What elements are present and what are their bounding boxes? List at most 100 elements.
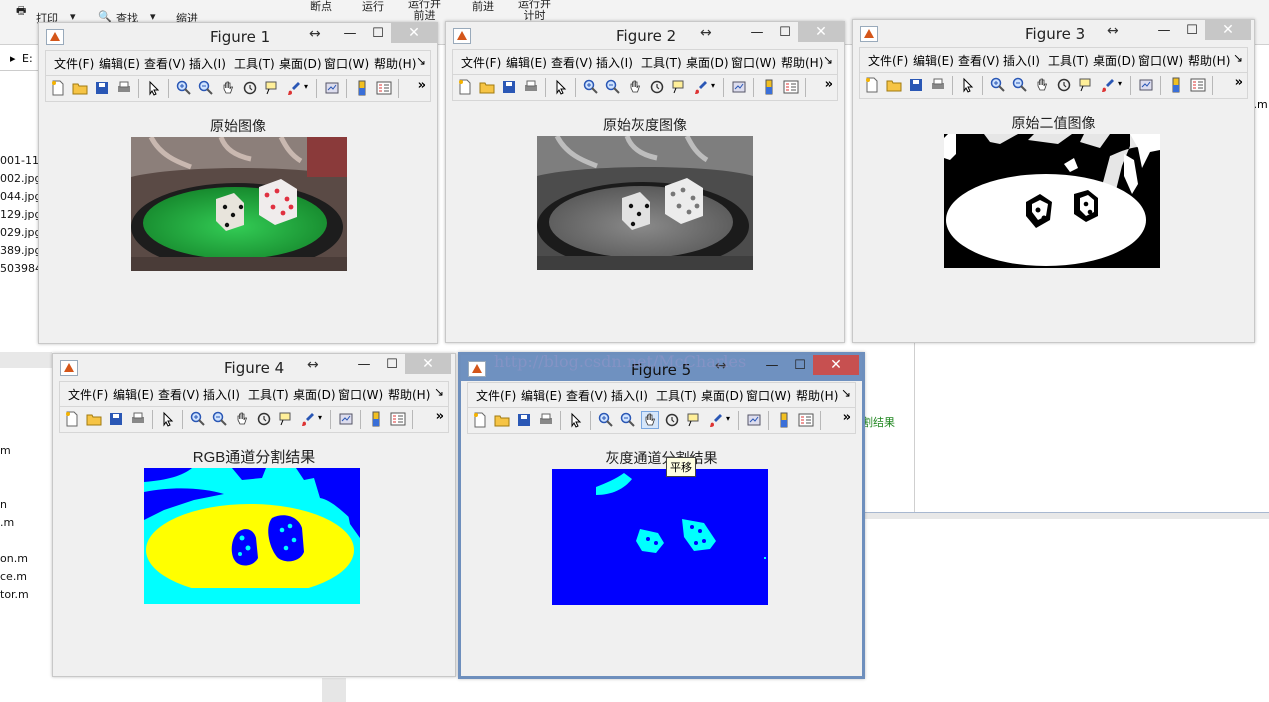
maximize-button[interactable]: ☐	[379, 356, 405, 376]
rotate-3d-icon[interactable]	[256, 411, 272, 427]
menu-insert[interactable]: 插入(I)	[203, 386, 240, 403]
toolbar-overflow-icon[interactable]: »	[418, 78, 426, 93]
pan-hand-icon[interactable]	[1034, 77, 1050, 93]
zoom-in-icon[interactable]	[598, 412, 614, 428]
print-icon[interactable]	[116, 80, 132, 96]
grayscale-image[interactable]	[537, 136, 753, 270]
title-bar[interactable]: Figure 2 ↔ — ☐ ✕	[446, 22, 844, 48]
link-plot-icon[interactable]	[746, 412, 762, 428]
list-item[interactable]: m	[0, 444, 11, 457]
pan-hand-icon[interactable]	[234, 411, 250, 427]
list-item[interactable]: tor.m	[0, 588, 29, 601]
minimize-button[interactable]: —	[337, 25, 363, 45]
figure-window-2[interactable]: Figure 2 ↔ — ☐ ✕ 文件(F) 编辑(E) 查看(V) 插入(I)…	[445, 21, 845, 343]
save-icon[interactable]	[94, 80, 110, 96]
list-item[interactable]: ce.m	[0, 570, 27, 583]
menu-view[interactable]: 查看(V)	[958, 52, 1000, 69]
zoom-out-icon[interactable]	[212, 411, 228, 427]
brush-icon[interactable]	[693, 79, 709, 95]
data-cursor-icon[interactable]	[686, 412, 702, 428]
menu-window[interactable]: 窗口(W)	[324, 55, 369, 72]
save-icon[interactable]	[908, 77, 924, 93]
data-cursor-icon[interactable]	[264, 80, 280, 96]
colorbar-icon[interactable]	[354, 80, 370, 96]
print-icon[interactable]	[130, 411, 146, 427]
menu-insert[interactable]: 插入(I)	[189, 55, 226, 72]
title-bar[interactable]: Figure 3 ↔ — ☐ ✕	[853, 20, 1254, 46]
legend-icon[interactable]	[376, 80, 392, 96]
menu-help[interactable]: 帮助(H)	[796, 387, 838, 404]
menu-insert[interactable]: 插入(I)	[611, 387, 648, 404]
menu-window[interactable]: 窗口(W)	[746, 387, 791, 404]
menu-help[interactable]: 帮助(H)	[374, 55, 416, 72]
menu-tools[interactable]: 工具(T)	[248, 386, 289, 403]
menu-edit[interactable]: 编辑(E)	[521, 387, 562, 404]
print-icon[interactable]	[930, 77, 946, 93]
figure-window-5[interactable]: Figure 5 ↔ — ☐ ✕ 文件(F) 编辑(E) 查看(V) 插入(I)…	[458, 352, 865, 679]
link-plot-icon[interactable]	[1138, 77, 1154, 93]
link-plot-icon[interactable]	[324, 80, 340, 96]
menu-overflow-icon[interactable]: ↘	[823, 53, 833, 67]
zoom-out-icon[interactable]	[620, 412, 636, 428]
resize-icon[interactable]: ↔	[307, 357, 319, 373]
menu-window[interactable]: 窗口(W)	[338, 386, 383, 403]
brush-icon[interactable]	[300, 411, 316, 427]
menu-overflow-icon[interactable]: ↘	[416, 54, 426, 68]
ribbon-advance[interactable]: 前进	[472, 0, 494, 14]
menu-insert[interactable]: 插入(I)	[1003, 52, 1040, 69]
menu-insert[interactable]: 插入(I)	[596, 54, 633, 71]
colorbar-icon[interactable]	[1168, 77, 1184, 93]
open-folder-icon[interactable]	[886, 77, 902, 93]
zoom-out-icon[interactable]	[605, 79, 621, 95]
pan-hand-icon[interactable]	[627, 79, 643, 95]
arrow-pointer-icon[interactable]	[960, 77, 976, 93]
menu-desktop[interactable]: 桌面(D)	[279, 55, 322, 72]
chevron-down-icon[interactable]: ▾	[1118, 79, 1122, 88]
menu-file[interactable]: 文件(F)	[68, 386, 108, 403]
print-icon[interactable]	[523, 79, 539, 95]
zoom-in-icon[interactable]	[990, 77, 1006, 93]
ribbon-run-advance[interactable]: 运行并 前进	[408, 0, 441, 22]
list-item[interactable]: 001-11	[0, 154, 39, 167]
close-button[interactable]: ✕	[391, 23, 437, 43]
close-button[interactable]: ✕	[813, 355, 859, 375]
new-file-icon[interactable]	[64, 411, 80, 427]
menu-overflow-icon[interactable]: ↘	[434, 385, 444, 399]
colorbar-icon[interactable]	[368, 411, 384, 427]
figure-window-1[interactable]: Figure 1 ↔ — ☐ ✕ 文件(F) 编辑(E) 查看(V) 插入(I)…	[38, 22, 438, 344]
resize-icon[interactable]: ↔	[1107, 23, 1119, 39]
grayscale-segmentation-image[interactable]	[552, 469, 768, 605]
zoom-in-icon[interactable]	[190, 411, 206, 427]
editor-splitter[interactable]	[862, 512, 1269, 519]
menu-help[interactable]: 帮助(H)	[781, 54, 823, 71]
maximize-button[interactable]: ☐	[772, 24, 798, 44]
list-item[interactable]: on.m	[0, 552, 28, 565]
menu-overflow-icon[interactable]: ↘	[1233, 51, 1243, 65]
open-folder-icon[interactable]	[494, 412, 510, 428]
list-item[interactable]: 389.jpg	[0, 244, 42, 257]
pan-hand-icon[interactable]	[220, 80, 236, 96]
rgb-segmentation-image[interactable]	[144, 468, 360, 604]
arrow-pointer-icon[interactable]	[568, 412, 584, 428]
arrow-pointer-icon[interactable]	[160, 411, 176, 427]
toolbar-overflow-icon[interactable]: »	[825, 77, 833, 92]
ribbon-run[interactable]: 运行	[362, 0, 384, 14]
minimize-button[interactable]: —	[744, 24, 770, 44]
menu-window[interactable]: 窗口(W)	[731, 54, 776, 71]
menu-file[interactable]: 文件(F)	[54, 55, 94, 72]
figure-window-4[interactable]: Figure 4 ↔ — ☐ ✕ 文件(F) 编辑(E) 查看(V) 插入(I)…	[52, 353, 456, 677]
legend-icon[interactable]	[783, 79, 799, 95]
toolbar-overflow-icon[interactable]: »	[436, 409, 444, 424]
data-cursor-icon[interactable]	[671, 79, 687, 95]
menu-desktop[interactable]: 桌面(D)	[686, 54, 729, 71]
rotate-3d-icon[interactable]	[242, 80, 258, 96]
menu-file[interactable]: 文件(F)	[461, 54, 501, 71]
open-folder-icon[interactable]	[479, 79, 495, 95]
save-icon[interactable]	[501, 79, 517, 95]
menu-edit[interactable]: 编辑(E)	[113, 386, 154, 403]
maximize-button[interactable]: ☐	[787, 357, 813, 377]
minimize-button[interactable]: —	[351, 356, 377, 376]
close-button[interactable]: ✕	[798, 22, 844, 42]
maximize-button[interactable]: ☐	[1179, 22, 1205, 42]
list-item[interactable]: n	[0, 498, 7, 511]
